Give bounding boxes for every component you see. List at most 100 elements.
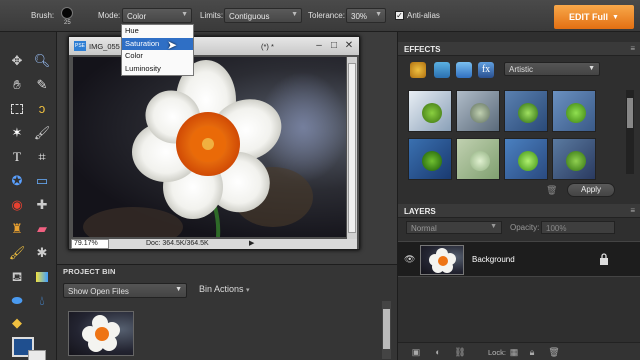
brush-label: Brush:	[31, 11, 55, 20]
bin-scrollbar[interactable]	[382, 301, 391, 359]
zoom-field[interactable]: 79.17%	[71, 239, 109, 249]
limits-select[interactable]: Contiguous ▼	[224, 8, 302, 23]
panel-menu-icon[interactable]: ≡	[630, 206, 635, 215]
panel-menu-icon[interactable]: ≡	[630, 44, 635, 53]
effects-scrollbar[interactable]	[626, 90, 634, 174]
effect-thumbnail[interactable]	[504, 138, 548, 180]
brush-preset-picker[interactable]	[61, 7, 73, 19]
eye-visibility-icon[interactable]: 👁︎	[404, 254, 415, 265]
healing-brush-tool-icon[interactable]: ✚	[33, 196, 51, 214]
menu-item-hue[interactable]: Hue	[122, 25, 193, 38]
mouse-pointer-icon: ➤	[167, 38, 178, 52]
chevron-down-icon: ▼	[181, 11, 188, 18]
apply-button[interactable]: Apply	[567, 183, 615, 197]
marquee-tool-icon[interactable]	[8, 100, 26, 118]
delete-layer-icon[interactable]: 🗑︎	[548, 346, 560, 358]
show-files-select[interactable]: Show Open Files ▼	[63, 283, 187, 298]
paint-bucket-tool-icon[interactable]: ⛾	[8, 268, 26, 286]
toolbox: ✥ 🔍︎ ✋︎ ✎ ↄ ✶ 🖌︎ T ⌗ ✪ ▭ ◉ ✚ ♜ ▰ 🖌︎ ✱ ⛾ …	[0, 32, 57, 360]
layers-panel-header[interactable]: LAYERS ≡	[398, 204, 640, 218]
menu-item-color[interactable]: Color	[122, 50, 193, 63]
blend-mode-select[interactable]: Normal ▼	[406, 221, 502, 234]
photoshop-file-icon: PSE	[74, 41, 86, 51]
project-bin-title: PROJECT BIN	[63, 267, 116, 276]
opacity-label: Opacity:	[510, 223, 540, 232]
eyedropper-tool-icon[interactable]: ✎	[33, 76, 51, 94]
sponge-tool-icon[interactable]: ◆	[8, 314, 26, 332]
menu-item-saturation[interactable]: Saturation	[122, 37, 193, 50]
type-tool-icon[interactable]: T	[8, 148, 26, 166]
adjustment-layer-icon[interactable]: ◐	[432, 346, 444, 358]
document-status-bar: 79.17% Doc: 364.5K/364.5K ▶	[71, 239, 357, 249]
scroll-thumb[interactable]	[348, 63, 356, 233]
trash-icon[interactable]: 🗑︎	[546, 185, 557, 196]
edit-full-button[interactable]: EDIT Full ▼	[554, 5, 634, 29]
document-title: IMG_055	[89, 42, 120, 51]
effect-thumbnail[interactable]	[552, 138, 596, 180]
move-tool-icon[interactable]: ✥	[8, 52, 26, 70]
show-all-fx-icon[interactable]: fx	[478, 62, 494, 78]
document-title-bar[interactable]: PSE IMG_055 (*) * – □ ✕	[69, 37, 359, 55]
menu-item-luminosity[interactable]: Luminosity	[122, 63, 193, 76]
background-color-swatch[interactable]	[28, 350, 46, 360]
panel-bin: EFFECTS ≡ fx Artistic ▼ 🗑︎ Apply LAYERS …	[397, 32, 640, 360]
vertical-scrollbar[interactable]	[347, 57, 357, 239]
effects-category-select[interactable]: Artistic ▼	[504, 62, 600, 76]
document-title-suffix: (*) *	[261, 42, 274, 51]
antialias-checkbox[interactable]: ✓	[395, 11, 404, 20]
mode-select[interactable]: Color ▼	[122, 8, 192, 23]
scroll-thumb[interactable]	[383, 309, 390, 349]
tolerance-field[interactable]: 30% ▼	[346, 8, 386, 23]
opacity-field[interactable]: 100%	[541, 221, 615, 234]
clone-stamp-tool-icon[interactable]: ♜	[8, 220, 26, 238]
minimize-icon[interactable]: –	[312, 39, 326, 52]
eraser-tool-icon[interactable]: ▰	[33, 220, 51, 238]
filters-icon[interactable]	[410, 62, 426, 78]
effects-panel-header[interactable]: EFFECTS ≡	[398, 42, 640, 56]
chevron-down-icon: ▼	[612, 13, 619, 21]
link-layers-icon[interactable]: ⛓︎	[454, 346, 466, 358]
effect-thumbnail[interactable]	[408, 90, 452, 132]
effect-thumbnail[interactable]	[504, 90, 548, 132]
straighten-tool-icon[interactable]: ▭	[33, 172, 51, 190]
layer-row[interactable]: 👁︎ Background	[398, 241, 640, 277]
bin-actions-menu[interactable]: Bin Actions ▾	[199, 284, 250, 294]
bin-thumbnail[interactable]	[68, 311, 134, 356]
scroll-thumb[interactable]	[627, 98, 633, 128]
zoom-tool-icon[interactable]: 🔍︎	[33, 52, 51, 70]
lock-transparent-icon[interactable]: ▦	[508, 346, 520, 358]
blur-tool-icon[interactable]: 💧︎	[33, 292, 51, 310]
gradient-tool-icon[interactable]	[33, 268, 51, 286]
effect-thumbnail[interactable]	[456, 138, 500, 180]
red-eye-tool-icon[interactable]: ◉	[8, 196, 26, 214]
shape-tool-icon[interactable]: ⬬	[8, 292, 26, 310]
chevron-down-icon: ▼	[588, 65, 595, 72]
chevron-down-icon: ▼	[291, 11, 298, 18]
lasso-tool-icon[interactable]: ↄ	[33, 100, 51, 118]
magic-wand-tool-icon[interactable]: ✶	[8, 124, 26, 142]
crop-tool-icon[interactable]: ⌗	[33, 148, 51, 166]
effect-thumbnail[interactable]	[408, 138, 452, 180]
lock-all-icon[interactable]: 🔒︎	[526, 346, 538, 358]
lock-icon	[600, 253, 608, 265]
layer-styles-icon[interactable]	[434, 62, 450, 78]
effect-thumbnail[interactable]	[552, 90, 596, 132]
new-layer-icon[interactable]: ▣	[410, 346, 422, 358]
layers-panel-title: LAYERS	[404, 207, 436, 216]
edit-full-label: EDIT Full	[569, 12, 609, 22]
project-bin: PROJECT BIN Show Open Files ▼ Bin Action…	[57, 264, 397, 360]
cookie-cutter-tool-icon[interactable]: ✪	[8, 172, 26, 190]
tolerance-value: 30%	[351, 12, 368, 21]
smart-brush-tool-icon[interactable]: ✱	[33, 244, 51, 262]
quick-selection-tool-icon[interactable]: 🖌︎	[33, 124, 51, 142]
effect-thumbnail[interactable]	[456, 90, 500, 132]
effects-category-value: Artistic	[509, 65, 533, 74]
brush-tool-icon[interactable]: 🖌︎	[8, 244, 26, 262]
photo-effects-icon[interactable]	[456, 62, 472, 78]
maximize-icon[interactable]: □	[327, 39, 341, 52]
close-icon[interactable]: ✕	[342, 39, 356, 52]
tolerance-label: Tolerance:	[308, 11, 345, 20]
hand-tool-icon[interactable]: ✋︎	[8, 76, 26, 94]
image-canvas[interactable]	[73, 57, 346, 237]
play-arrow-icon[interactable]: ▶	[249, 239, 254, 247]
